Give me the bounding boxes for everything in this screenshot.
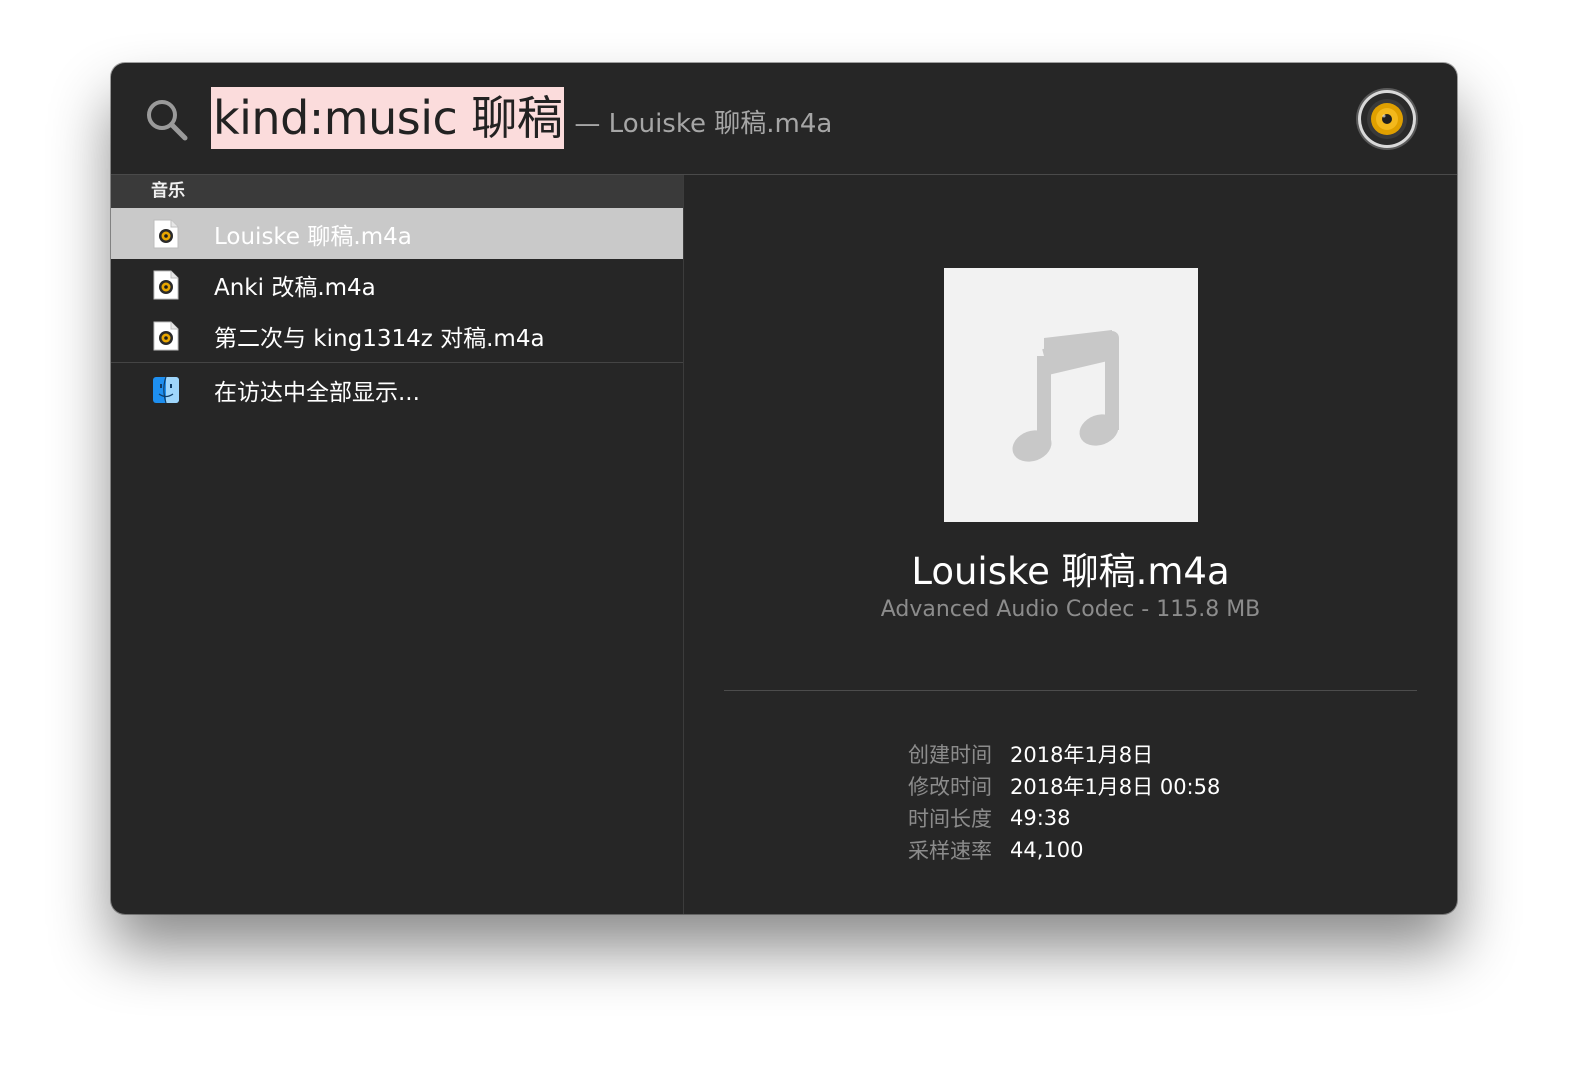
spotlight-window: kind:music 聊稿 — Louiske 聊稿.m4a 音乐 Louisk… <box>111 63 1457 914</box>
result-item-king1314z[interactable]: 第二次与 king1314z 对稿.m4a <box>111 310 683 361</box>
section-header: 音乐 <box>111 175 683 208</box>
metadata-row-sample-rate: 采样速率 44,100 <box>874 834 1294 866</box>
search-query-text[interactable]: kind:music 聊稿 <box>211 87 565 149</box>
audio-file-icon <box>153 321 179 351</box>
preview-subtitle: Advanced Audio Codec - 115.8 MB <box>880 597 1261 622</box>
metadata-value: 2018年1月8日 <box>1010 743 1154 767</box>
audio-file-icon <box>153 219 179 249</box>
show-all-label: 在访达中全部显示... <box>214 379 420 406</box>
search-icon <box>147 100 188 141</box>
audio-file-icon <box>153 270 179 300</box>
metadata-key: 时间长度 <box>908 807 992 831</box>
metadata-key: 创建时间 <box>908 743 992 767</box>
metadata-row-created: 创建时间 2018年1月8日 <box>874 738 1294 770</box>
result-item-anki[interactable]: Anki 改稿.m4a <box>111 259 683 310</box>
finder-icon <box>153 376 179 404</box>
metadata-key: 采样速率 <box>908 839 992 863</box>
search-bar: kind:music 聊稿 — Louiske 聊稿.m4a <box>111 63 1457 175</box>
show-all-in-finder[interactable]: 在访达中全部显示... <box>111 364 683 415</box>
speaker-icon <box>1356 88 1418 150</box>
metadata-value: 44,100 <box>1010 838 1084 862</box>
metadata-value: 49:38 <box>1010 806 1071 830</box>
music-note-icon <box>1012 330 1119 462</box>
preview-divider <box>724 690 1417 691</box>
metadata-row-duration: 时间长度 49:38 <box>874 802 1294 834</box>
album-art <box>944 268 1198 522</box>
preview-title: Louiske 聊稿.m4a <box>911 550 1230 593</box>
list-divider <box>111 362 683 363</box>
result-item-louiske[interactable]: Louiske 聊稿.m4a <box>111 208 683 259</box>
result-label: 第二次与 king1314z 对稿.m4a <box>214 325 545 352</box>
metadata-table: 创建时间 2018年1月8日 修改时间 2018年1月8日 00:58 时间长度… <box>874 738 1294 866</box>
result-label: Louiske 聊稿.m4a <box>214 223 412 250</box>
metadata-value: 2018年1月8日 00:58 <box>1010 775 1221 799</box>
results-list: 音乐 Louiske 聊稿.m4a Anki 改稿.m4a 第二次与 king1… <box>111 175 684 914</box>
metadata-row-modified: 修改时间 2018年1月8日 00:58 <box>874 770 1294 802</box>
preview-pane: Louiske 聊稿.m4a Advanced Audio Codec - 11… <box>684 175 1457 914</box>
metadata-key: 修改时间 <box>908 775 992 799</box>
search-completion-hint: — Louiske 聊稿.m4a <box>574 108 833 139</box>
result-label: Anki 改稿.m4a <box>214 274 376 301</box>
search-input[interactable]: kind:music 聊稿 — Louiske 聊稿.m4a <box>211 87 832 149</box>
